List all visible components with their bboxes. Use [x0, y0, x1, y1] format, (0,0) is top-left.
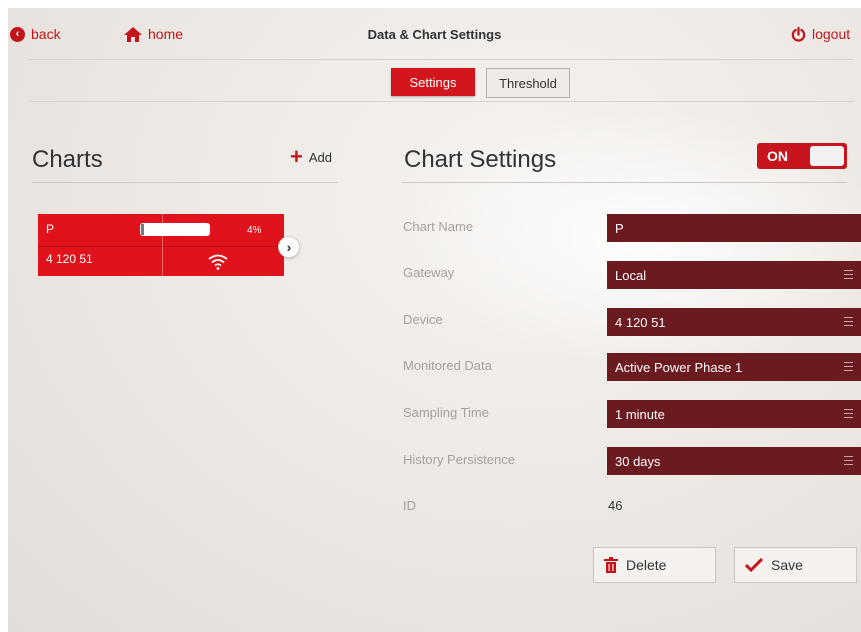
device-label: Device — [403, 312, 443, 327]
chart-card-name: P — [46, 222, 55, 236]
device-value: 4 120 51 — [615, 314, 666, 330]
divider — [28, 101, 853, 102]
tab-threshold[interactable]: Threshold — [486, 68, 570, 98]
checkmark-icon — [745, 558, 763, 572]
top-bar: ‹ back home Data & Chart Settings logout — [8, 8, 861, 60]
power-icon — [791, 26, 806, 42]
gateway-label: Gateway — [403, 265, 455, 280]
history-persistence-label: History Persistence — [403, 452, 515, 467]
menu-icon — [844, 270, 853, 279]
chart-settings-heading: Chart Settings — [404, 146, 557, 173]
card-divider — [38, 246, 284, 247]
logout-label: logout — [812, 26, 851, 42]
monitored-data-label: Monitored Data — [403, 358, 492, 373]
page-title: Data & Chart Settings — [367, 27, 502, 42]
sampling-time-label: Sampling Time — [403, 405, 489, 420]
menu-icon — [844, 456, 853, 465]
tab-settings[interactable]: Settings — [391, 68, 475, 96]
history-persistence-value: 30 days — [615, 453, 661, 469]
toggle-knob — [810, 146, 844, 166]
add-label: Add — [308, 149, 332, 165]
delete-button[interactable]: Delete — [593, 547, 716, 583]
chart-name-label: Chart Name — [403, 219, 474, 234]
toggle-label: ON — [767, 148, 788, 164]
app-frame: ‹ back home Data & Chart Settings logout… — [8, 8, 861, 632]
open-chart-button[interactable]: › — [278, 236, 300, 258]
chart-card-device: 4 120 51 — [46, 252, 93, 266]
id-label: ID — [403, 498, 416, 513]
menu-icon — [844, 317, 853, 326]
device-select[interactable]: 4 120 51 — [607, 308, 861, 336]
gateway-select[interactable]: Local — [607, 261, 861, 289]
gateway-value: Local — [615, 267, 647, 283]
sampling-time-value: 1 minute — [615, 406, 665, 422]
sampling-time-select[interactable]: 1 minute — [607, 400, 861, 428]
menu-icon — [844, 409, 853, 418]
battery-label: 4% — [247, 225, 262, 236]
battery-fill — [141, 224, 144, 235]
chart-name-value: P — [615, 220, 624, 236]
monitored-data-select[interactable]: Active Power Phase 1 — [607, 353, 861, 381]
trash-icon — [604, 557, 618, 573]
chart-enabled-toggle[interactable]: ON — [757, 143, 847, 169]
save-button[interactable]: Save — [734, 547, 857, 583]
plus-icon: + — [290, 144, 303, 169]
chart-name-field[interactable]: P — [607, 214, 861, 242]
charts-heading: Charts — [32, 146, 103, 173]
add-chart-button[interactable]: + Add — [290, 144, 332, 169]
chevron-right-icon: › — [286, 239, 292, 255]
divider — [402, 182, 847, 183]
divider — [32, 182, 338, 183]
history-persistence-select[interactable]: 30 days — [607, 447, 861, 475]
divider — [28, 59, 853, 60]
delete-label: Delete — [626, 557, 667, 573]
logout-button[interactable]: logout — [791, 26, 850, 42]
save-label: Save — [771, 557, 803, 573]
wifi-icon — [208, 254, 228, 270]
battery-indicator — [140, 223, 210, 236]
monitored-data-value: Active Power Phase 1 — [615, 359, 743, 375]
menu-icon — [844, 362, 853, 371]
id-value: 46 — [608, 498, 623, 513]
